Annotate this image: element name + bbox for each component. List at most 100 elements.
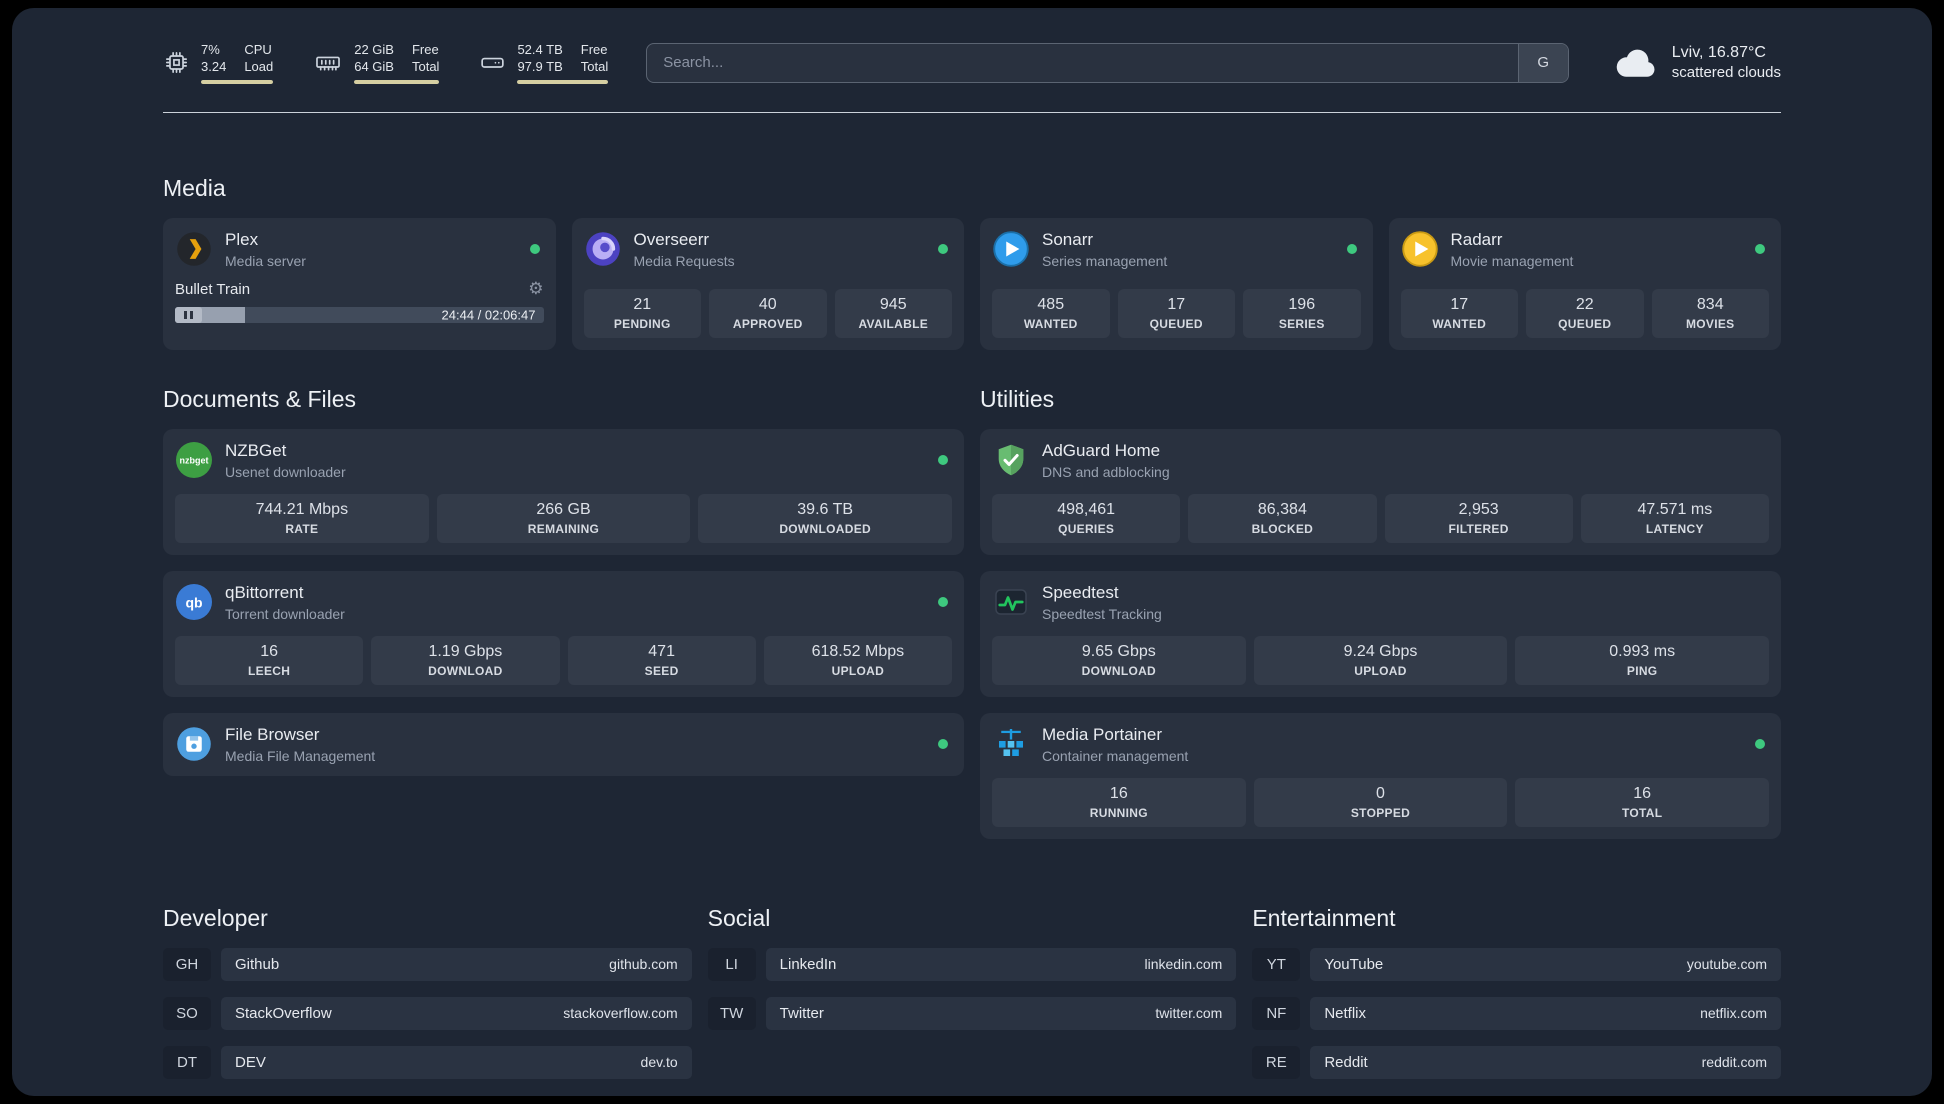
svg-text:qb: qb bbox=[185, 595, 202, 611]
stat-value: 16 bbox=[1109, 784, 1128, 802]
stat-tile: 498,461 QUERIES bbox=[992, 493, 1181, 543]
disk-free-label: Free bbox=[580, 42, 608, 57]
service-description: Series management bbox=[1042, 252, 1168, 269]
stat-value: 2,953 bbox=[1458, 500, 1499, 518]
adguard-icon bbox=[992, 441, 1030, 479]
service-name: Media Portainer bbox=[1042, 724, 1163, 744]
bookmark-stackoverflow[interactable]: SO StackOverflow stackoverflow.com bbox=[163, 996, 692, 1030]
stat-value: 40 bbox=[758, 295, 777, 313]
stat-label: FILTERED bbox=[1448, 521, 1509, 536]
service-name: Radarr bbox=[1450, 229, 1503, 249]
stat-value: 21 bbox=[633, 295, 652, 313]
section-documents-files: Documents & Files nzbget NZBGet Usenet d… bbox=[163, 386, 964, 776]
stat-value: 266 GB bbox=[536, 500, 591, 518]
gear-icon[interactable]: ⚙ bbox=[528, 280, 543, 298]
cpu-load-label: Load bbox=[244, 58, 274, 74]
stat-value: 834 bbox=[1696, 295, 1724, 313]
service-card-qbittorrent[interactable]: qb qBittorrent Torrent downloader 16 LEE… bbox=[163, 570, 964, 697]
stat-label: WANTED bbox=[1023, 316, 1078, 331]
section-title-developer: Developer bbox=[163, 904, 268, 931]
service-card-radarr[interactable]: Radarr Movie management 17 WANTED 22 QUE… bbox=[1388, 217, 1781, 350]
service-card-nzbget[interactable]: nzbget NZBGet Usenet downloader 744.21 M… bbox=[163, 428, 964, 555]
service-card-speedtest[interactable]: Speedtest Speedtest Tracking 9.65 Gbps D… bbox=[980, 570, 1781, 697]
stat-value: 618.52 Mbps bbox=[811, 642, 905, 660]
bookmark-abbr: LI bbox=[707, 947, 756, 981]
topbar-divider bbox=[163, 111, 1781, 113]
section-title-documents: Documents & Files bbox=[163, 385, 357, 412]
bookmark-name: Reddit bbox=[1324, 1053, 1368, 1071]
stat-label: UPLOAD bbox=[1354, 663, 1407, 678]
bookmark-twitter[interactable]: TW Twitter twitter.com bbox=[707, 996, 1237, 1030]
bookmark-name: StackOverflow bbox=[235, 1004, 332, 1022]
service-card-adguard[interactable]: AdGuard Home DNS and adblocking 498,461 … bbox=[980, 428, 1781, 555]
stat-label: APPROVED bbox=[732, 316, 803, 331]
service-card-plex[interactable]: Plex Media server Bullet Train ⚙ 24:44 /… bbox=[163, 217, 556, 350]
bookmark-dev[interactable]: DT DEV dev.to bbox=[163, 1045, 692, 1079]
stat-label: DOWNLOAD bbox=[428, 663, 503, 678]
service-card-portainer[interactable]: Media Portainer Container management 16 … bbox=[980, 712, 1781, 839]
bookmark-abbr: NF bbox=[1252, 996, 1301, 1030]
bookmark-name: Netflix bbox=[1324, 1004, 1367, 1022]
service-name: File Browser bbox=[225, 724, 320, 744]
stat-label: TOTAL bbox=[1621, 805, 1663, 820]
stat-tile: 834 MOVIES bbox=[1651, 288, 1769, 338]
bookmark-abbr: GH bbox=[163, 947, 211, 981]
service-name: Speedtest bbox=[1042, 582, 1119, 602]
bookmark-github[interactable]: GH Github github.com bbox=[163, 947, 692, 981]
disk-free: 52.4 TB bbox=[517, 42, 563, 57]
memory-usage-bar bbox=[354, 79, 440, 84]
stat-label: SEED bbox=[644, 663, 679, 678]
stat-tile: 86,384 BLOCKED bbox=[1188, 493, 1377, 543]
memory-free-label: Free bbox=[411, 42, 439, 57]
cpu-usage-bar bbox=[201, 79, 274, 84]
stat-tile: 16 TOTAL bbox=[1515, 777, 1769, 827]
stat-value: 16 bbox=[260, 642, 279, 660]
playback-progress-bar[interactable]: 24:44 / 02:06:47 bbox=[175, 306, 544, 323]
service-card-sonarr[interactable]: Sonarr Series management 485 WANTED 17 Q… bbox=[980, 217, 1373, 350]
service-description: Speedtest Tracking bbox=[1042, 605, 1162, 622]
bookmark-youtube[interactable]: YT YouTube youtube.com bbox=[1252, 947, 1781, 981]
status-dot-online bbox=[1755, 739, 1765, 750]
section-utilities: Utilities AdGuard Home DNS and adblockin… bbox=[980, 386, 1781, 839]
bookmark-abbr: YT bbox=[1252, 947, 1301, 981]
service-card-filebrowser[interactable]: File Browser Media File Management bbox=[163, 712, 964, 776]
section-title-entertainment: Entertainment bbox=[1252, 904, 1396, 931]
cloud-icon bbox=[1615, 47, 1659, 79]
bookmark-name: Github bbox=[235, 955, 280, 973]
nzbget-icon: nzbget bbox=[175, 441, 213, 479]
stat-label: DOWNLOAD bbox=[1081, 663, 1157, 678]
status-dot-online bbox=[938, 739, 948, 750]
service-card-overseerr[interactable]: Overseerr Media Requests 21 PENDING 40 A… bbox=[571, 217, 964, 350]
stat-tile: 471 SEED bbox=[567, 635, 756, 685]
stat-label: QUEUED bbox=[1558, 316, 1612, 331]
filebrowser-icon bbox=[175, 725, 213, 763]
stat-value: 9.24 Gbps bbox=[1343, 642, 1418, 660]
stat-value: 0 bbox=[1376, 784, 1385, 802]
disk-total-label: Total bbox=[580, 58, 609, 74]
service-description: Media server bbox=[225, 252, 306, 269]
status-dot-online bbox=[1346, 244, 1357, 255]
stat-tile: 945 AVAILABLE bbox=[834, 288, 952, 338]
section-title-utilities: Utilities bbox=[980, 385, 1055, 412]
stat-tile: 196 SERIES bbox=[1243, 288, 1361, 338]
service-description: Usenet downloader bbox=[225, 463, 346, 480]
search-input[interactable] bbox=[647, 43, 1518, 82]
search-provider-button[interactable]: G bbox=[1517, 43, 1568, 82]
stat-tile: 16 RUNNING bbox=[992, 777, 1246, 827]
portainer-icon bbox=[992, 725, 1030, 763]
stat-tile: 266 GB REMAINING bbox=[436, 493, 691, 543]
stat-label: DOWNLOADED bbox=[779, 521, 871, 536]
resource-widgets: 7% CPU 3.24 Load 22 GiB Free 64 GiB Tota… bbox=[163, 42, 609, 84]
status-dot-online bbox=[938, 244, 948, 255]
stat-value: 498,461 bbox=[1057, 500, 1116, 518]
bookmark-linkedin[interactable]: LI LinkedIn linkedin.com bbox=[707, 947, 1237, 981]
stat-label: QUEUED bbox=[1149, 316, 1203, 331]
service-description: Container management bbox=[1042, 747, 1189, 764]
bookmark-netflix[interactable]: NF Netflix netflix.com bbox=[1252, 996, 1781, 1030]
stat-tile: 16 LEECH bbox=[175, 635, 364, 685]
bookmark-reddit[interactable]: RE Reddit reddit.com bbox=[1252, 1045, 1781, 1079]
stat-value: 86,384 bbox=[1257, 500, 1307, 518]
stat-value: 17 bbox=[1450, 295, 1469, 313]
pause-button[interactable] bbox=[175, 306, 202, 323]
stat-value: 16 bbox=[1633, 784, 1652, 802]
